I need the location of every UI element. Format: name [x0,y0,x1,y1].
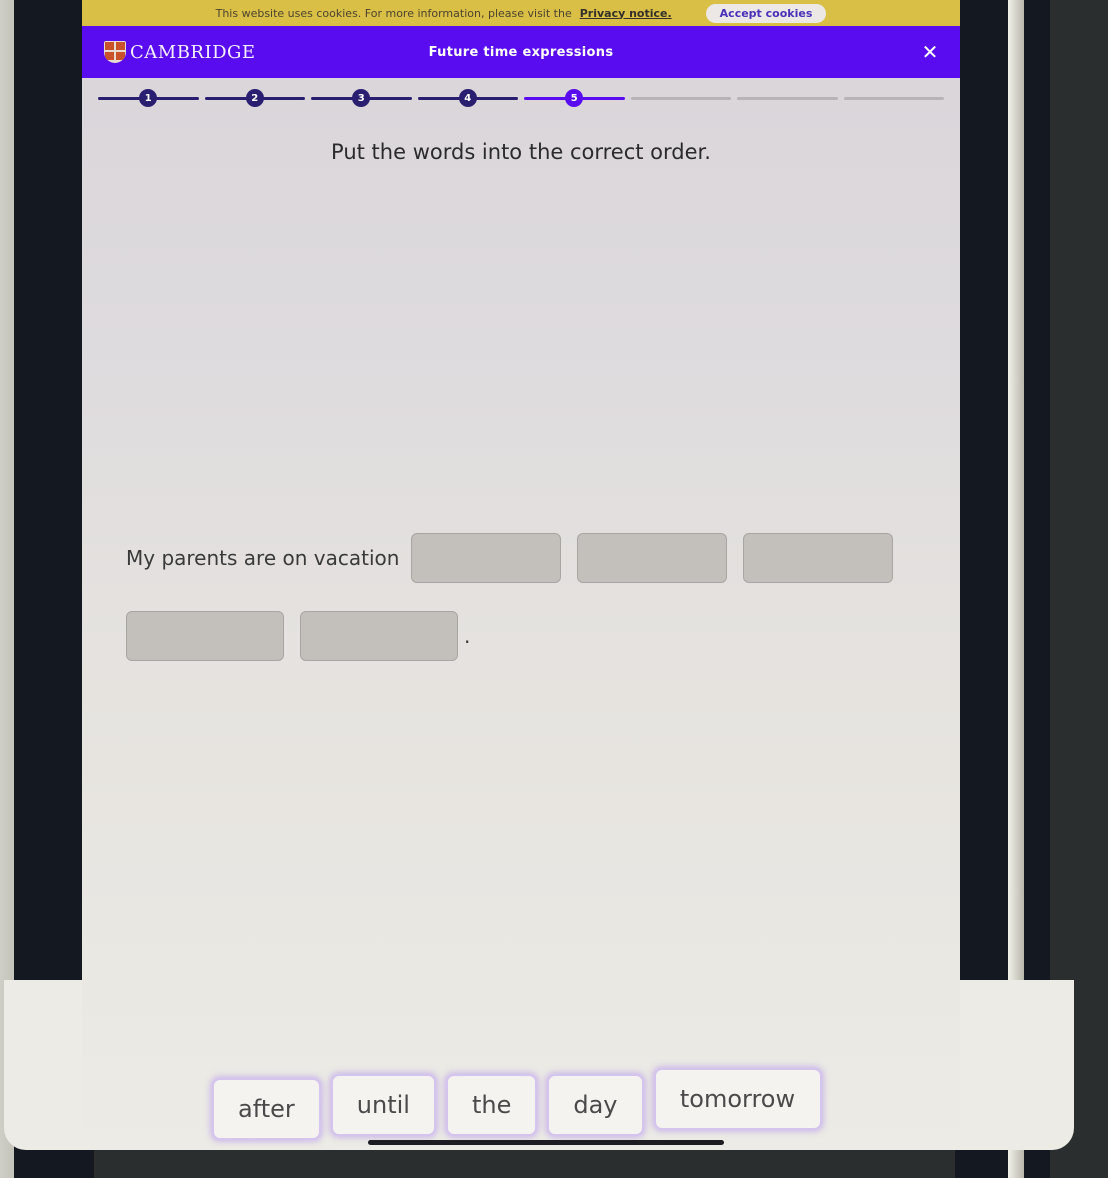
progress-step-3: 3 [311,86,412,110]
step-number-badge: 1 [139,89,158,107]
cookie-text: This website uses cookies. For more info… [215,6,572,20]
progress-step-1: 1 [98,86,199,110]
close-icon[interactable]: ✕ [918,40,942,64]
progress-step-4: 4 [417,86,518,110]
progress-step-2: 2 [204,86,305,110]
progress-segment [630,97,731,100]
progress-step-8 [843,86,944,110]
accept-cookies-button[interactable]: Accept cookies [705,3,827,23]
step-number-badge: 3 [352,89,371,107]
step-number-badge: 2 [245,89,264,107]
progress-segment [843,97,944,100]
answer-slot-4[interactable] [126,611,284,661]
progress-step-6 [630,86,731,110]
progress-step-5: 5 [524,86,625,110]
word-tile[interactable]: day [547,1074,644,1136]
progress-step-7 [737,86,838,110]
word-tile[interactable]: after [212,1078,321,1140]
answer-slot-1[interactable] [411,533,562,583]
app-header: CAMBRIDGE Future time expressions ✕ [82,26,960,78]
instruction-text: Put the words into the correct order. [331,140,711,164]
cookie-banner: This website uses cookies. For more info… [82,0,960,26]
tablet-screen: This website uses cookies. For more info… [82,0,960,1150]
exercise-title: Future time expressions [428,44,614,60]
sentence-start: My parents are on vacation [126,546,400,570]
word-tile[interactable]: until [330,1074,436,1136]
step-number-badge: 4 [458,89,477,107]
sentence-builder: My parents are on vacation . [126,533,936,661]
answer-slot-2[interactable] [577,533,728,583]
step-number-badge: 5 [565,89,584,107]
word-tile[interactable]: tomorrow [653,1068,822,1130]
sentence-end: . [464,624,471,648]
answer-slot-5[interactable] [300,611,458,661]
privacy-notice-link[interactable]: Privacy notice. [580,7,672,20]
progress-stepper: 1 2 3 4 5 [98,86,944,110]
home-indicator[interactable] [368,1140,724,1145]
answer-slot-3[interactable] [743,533,894,583]
progress-segment [737,97,838,100]
word-bank: after until the day tomorrow [212,1068,822,1140]
word-tile[interactable]: the [445,1074,538,1136]
